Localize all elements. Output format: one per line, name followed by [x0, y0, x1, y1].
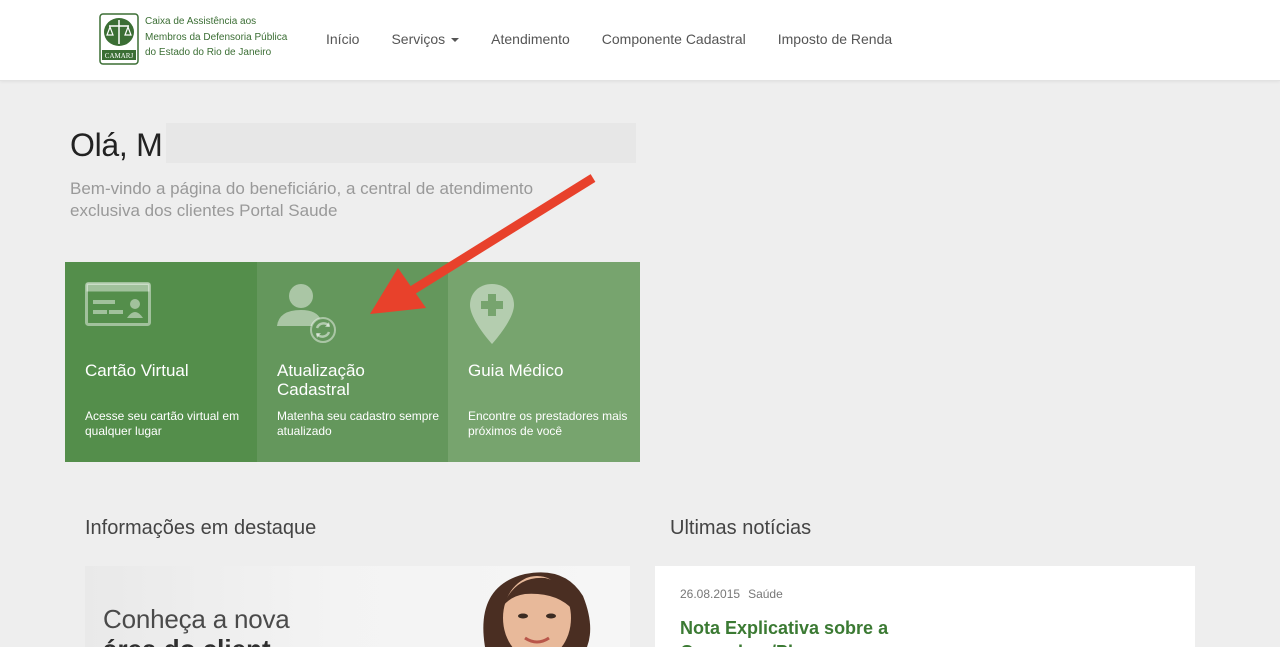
camarj-logo[interactable]: CAMARJ Caixa de Assistência aos Membros … [99, 13, 295, 65]
featured-banner-line-2: área do client [103, 634, 271, 647]
featured-banner-line-1: Conheça a nova [103, 604, 290, 634]
logo-text: Caixa de Assistência aos Membros da Defe… [145, 14, 295, 61]
news-category[interactable]: Saúde [748, 587, 783, 601]
news-card[interactable]: 26.08.2015 Saúde Nota Explicativa sobre a… [655, 566, 1195, 647]
logo-brand-text: CAMARJ [105, 52, 134, 60]
tile-cartao-virtual-subtitle: Acesse seu cartão virtual em qualquer lu… [85, 409, 240, 438]
nav-atendimento-label: Atendimento [491, 31, 570, 47]
news-title-link[interactable]: Nota Explicativa sobre a Operadora/Plano [680, 616, 980, 647]
top-navbar: CAMARJ Caixa de Assistência aos Membros … [0, 0, 1280, 81]
tile-guia-medico-title: Guia Médico [468, 361, 564, 380]
nav-inicio-label: Início [326, 31, 360, 47]
nav-imposto-de-renda[interactable]: Imposto de Renda [778, 31, 892, 47]
caret-down-icon [451, 38, 460, 42]
nav-servicos-label: Serviços [391, 31, 446, 47]
tile-atualizacao-cadastral-title: Atualização Cadastral [277, 361, 365, 399]
woman-photo [483, 572, 591, 647]
main-nav: Início Serviços Atendimento Componente C… [326, 31, 924, 47]
nav-atendimento[interactable]: Atendimento [491, 31, 570, 47]
logo-text-line-1: Caixa de Assistência aos [145, 16, 257, 27]
news-date: 26.08.2015 [680, 587, 741, 601]
annotation-arrow [370, 174, 596, 314]
user-refresh-icon [277, 284, 336, 343]
tile-cartao-virtual[interactable]: Cartão Virtual Acesse seu cartão virtual… [65, 262, 257, 462]
nav-inicio[interactable]: Início [326, 31, 359, 47]
tile-guia-medico-subtitle: Encontre os prestadores mais próximos de… [468, 409, 628, 438]
camarj-logo-icon: CAMARJ [99, 13, 139, 65]
featured-banner[interactable]: Conheça a nova área do client [85, 566, 630, 647]
nav-servicos[interactable]: Serviços [391, 31, 460, 47]
nav-componente-cadastral-label: Componente Cadastral [601, 31, 746, 47]
nav-imposto-de-renda-label: Imposto de Renda [777, 31, 893, 47]
news-section-title: Ultimas notícias [670, 517, 812, 539]
logo-text-line-2: Membros da Defensoria Pública [145, 31, 288, 43]
tile-atualizacao-cadastral-subtitle: Matenha seu cadastro sempre atualizado [277, 409, 440, 438]
page-title: Olá, M [70, 127, 163, 163]
featured-section-title: Informações em destaque [85, 517, 317, 539]
tile-cartao-virtual-title: Cartão Virtual [85, 361, 189, 380]
id-card-icon [85, 282, 151, 326]
logo-text-line-3: do Estado do Rio de Janeiro [145, 47, 272, 58]
nav-componente-cadastral[interactable]: Componente Cadastral [602, 31, 746, 47]
news-meta: 26.08.2015 Saúde [680, 587, 783, 601]
redacted-name [166, 123, 636, 163]
